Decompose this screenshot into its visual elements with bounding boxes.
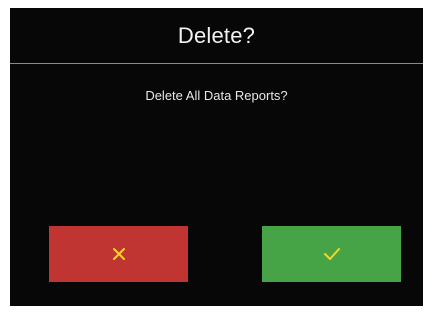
dialog-message: Delete All Data Reports?	[145, 88, 288, 103]
close-icon	[112, 247, 126, 261]
delete-dialog: Delete? Delete All Data Reports?	[10, 8, 423, 306]
cancel-button[interactable]	[49, 226, 188, 282]
dialog-title: Delete?	[177, 23, 256, 48]
check-icon	[323, 247, 341, 261]
confirm-button[interactable]	[262, 226, 401, 282]
title-divider	[10, 63, 423, 64]
